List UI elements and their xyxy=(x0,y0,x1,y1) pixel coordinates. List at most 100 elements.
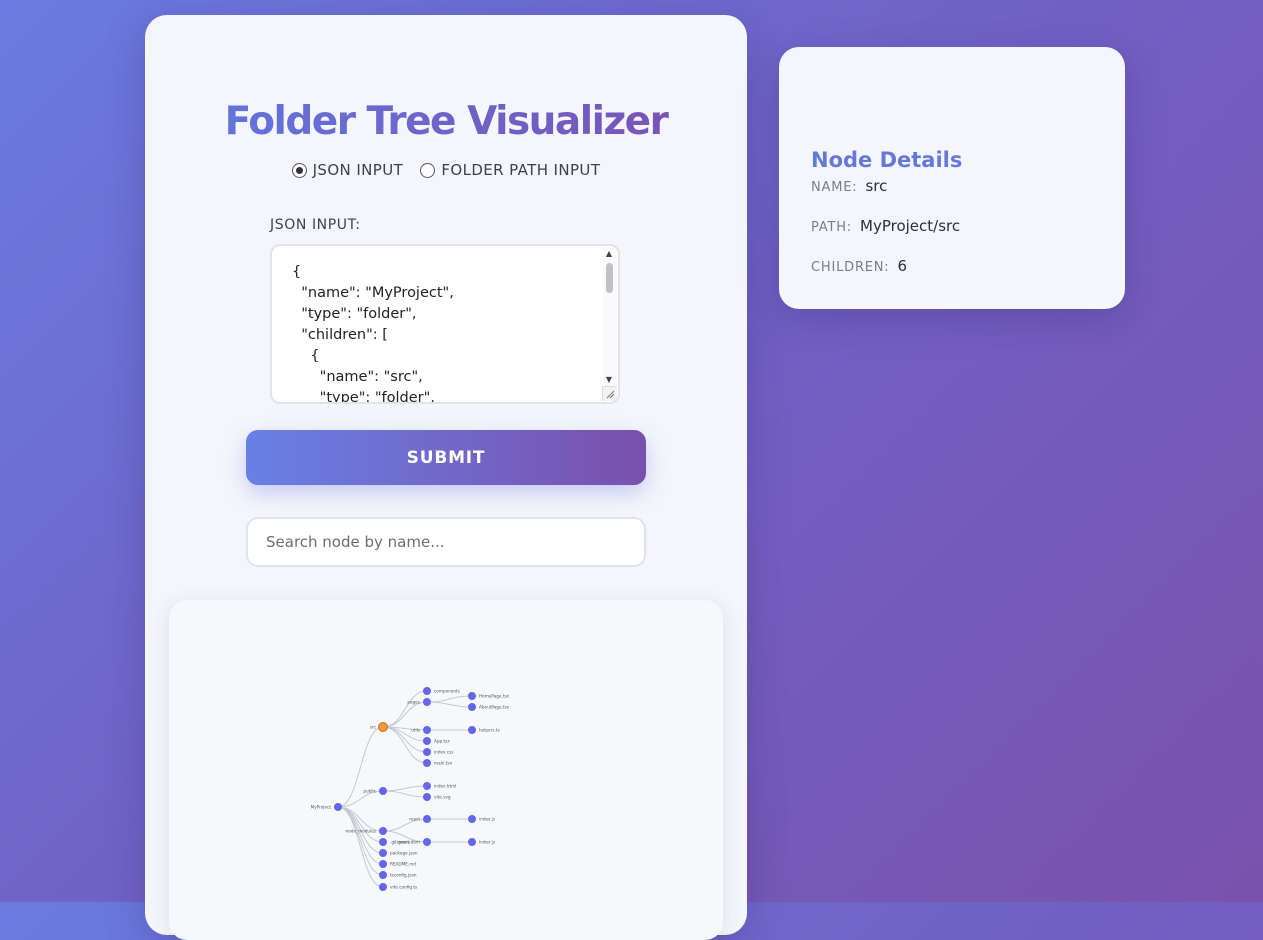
tree-node-dot[interactable] xyxy=(334,803,342,811)
tree-node-label: helpers.ts xyxy=(479,728,500,733)
tree-node-dot[interactable] xyxy=(379,860,387,868)
tree-node-indexhtml[interactable]: index.html xyxy=(423,782,456,790)
tree-node-dot[interactable] xyxy=(423,782,431,790)
tree-link xyxy=(426,695,473,703)
node-details-panel: Node Details NAME: src PATH: MyProject/src… xyxy=(779,47,1125,309)
tree-link xyxy=(382,726,428,764)
tree-node-reactdomindex[interactable]: index.js xyxy=(468,838,495,846)
tree-node-label: src xyxy=(370,725,377,730)
tree-node-label: AboutPage.tsx xyxy=(479,705,510,710)
tree-link xyxy=(382,690,428,728)
tree-node-src[interactable]: src xyxy=(370,722,388,732)
tree-node-dot[interactable] xyxy=(379,787,387,795)
radio-json-label: JSON INPUT xyxy=(312,161,404,179)
tree-node-dot[interactable] xyxy=(423,748,431,756)
json-textarea[interactable]: { "name": "MyProject", "type": "folder",… xyxy=(270,244,620,404)
tree-link xyxy=(337,726,384,808)
tree-node-dot[interactable] xyxy=(423,687,431,695)
tree-node-tsconfig[interactable]: tsconfig.json xyxy=(379,871,417,879)
detail-name-value: src xyxy=(865,177,888,195)
tree-node-dot[interactable] xyxy=(423,838,431,846)
main-panel: Folder Tree Visualizer JSON INPUT FOLDER… xyxy=(145,15,747,940)
json-textarea-content[interactable]: { "name": "MyProject", "type": "folder",… xyxy=(272,246,618,402)
tree-link xyxy=(382,818,428,832)
tree-node-homepage[interactable]: HomePage.tsx xyxy=(468,692,510,700)
tree-node-label: pages xyxy=(407,700,420,705)
tree-node-vitesvg[interactable]: vite.svg xyxy=(423,793,451,801)
tree-graph: MyProject src components pages HomePage.tsx A… xyxy=(311,687,510,891)
radio-folder-path-label: FOLDER PATH INPUT xyxy=(441,161,601,179)
search-input[interactable] xyxy=(246,517,646,567)
tree-node-label: App.tsx xyxy=(434,739,450,744)
tree-node-dot[interactable] xyxy=(423,815,431,823)
tree-node-dot[interactable] xyxy=(423,726,431,734)
radio-folder-path-input[interactable]: FOLDER PATH INPUT xyxy=(420,161,600,179)
tree-link xyxy=(382,790,428,798)
tree-node-packagejson[interactable]: package.json xyxy=(379,849,418,857)
radio-unchecked-icon[interactable] xyxy=(420,162,436,178)
tree-node-label: index.js xyxy=(479,817,495,822)
tree-node-reactdom[interactable]: react-dom xyxy=(398,838,431,846)
tree-node-label: README.md xyxy=(390,862,416,867)
tree-node-dot[interactable] xyxy=(468,692,476,700)
tree-node-label: react xyxy=(409,817,420,822)
node-details-title: Node Details xyxy=(811,148,963,172)
tree-node-dot[interactable] xyxy=(468,838,476,846)
detail-name-row: NAME: src xyxy=(811,177,887,195)
tree-node-dot[interactable] xyxy=(379,827,387,835)
tree-node-label: public xyxy=(363,789,376,794)
tree-node-label: vite.svg xyxy=(434,795,451,800)
tree-link xyxy=(382,785,428,792)
scrollbar[interactable]: ▲ ▼ xyxy=(603,247,617,387)
tree-link xyxy=(337,806,384,832)
detail-path-row: PATH: MyProject/src xyxy=(811,217,960,235)
tree-node-readme[interactable]: README.md xyxy=(379,860,416,868)
tree-node-app[interactable]: App.tsx xyxy=(423,737,450,745)
radio-json-input[interactable]: JSON INPUT xyxy=(291,161,404,179)
tree-node-root[interactable]: MyProject xyxy=(311,803,342,811)
tree-node-label: MyProject xyxy=(311,805,332,810)
tree-node-dot[interactable] xyxy=(379,849,387,857)
json-input-label: JSON INPUT: xyxy=(270,217,361,233)
tree-node-dot[interactable] xyxy=(379,883,387,891)
scroll-down-arrow-icon[interactable]: ▼ xyxy=(604,375,614,384)
scroll-up-arrow-icon[interactable]: ▲ xyxy=(604,249,614,258)
tree-node-label: package.json xyxy=(390,851,418,856)
radio-checked-icon[interactable] xyxy=(291,162,307,178)
tree-links xyxy=(337,690,473,888)
tree-node-dot[interactable] xyxy=(468,703,476,711)
page-title: Folder Tree Visualizer xyxy=(145,97,747,147)
tree-node-dot[interactable] xyxy=(379,838,387,846)
tree-node-indexcss[interactable]: index.css xyxy=(423,748,453,756)
tree-node-dot[interactable] xyxy=(423,698,431,706)
tree-node-helpers[interactable]: helpers.ts xyxy=(468,726,500,734)
tree-node-dot[interactable] xyxy=(423,759,431,767)
tree-node-dot[interactable] xyxy=(379,871,387,879)
tree-node-label: main.tsx xyxy=(434,761,453,766)
tree-node-dot[interactable] xyxy=(423,737,431,745)
tree-node-label: react-dom xyxy=(398,840,420,845)
submit-button[interactable]: SUBMIT xyxy=(246,430,646,485)
tree-node-label: utils xyxy=(411,728,420,733)
tree-node-dot[interactable] xyxy=(468,726,476,734)
tree-node-maintsx[interactable]: main.tsx xyxy=(423,759,453,767)
tree-node-label: vite.config.ts xyxy=(390,885,417,890)
detail-children-row: CHILDREN: 6 xyxy=(811,257,907,275)
detail-path-label: PATH: xyxy=(811,220,852,235)
tree-link xyxy=(426,701,473,708)
input-mode-selector: JSON INPUT FOLDER PATH INPUT xyxy=(145,161,747,182)
tree-node-pages[interactable]: pages xyxy=(407,698,431,706)
tree-node-label: node_modules xyxy=(346,829,376,834)
tree-node-aboutpage[interactable]: AboutPage.tsx xyxy=(468,703,510,711)
tree-link xyxy=(382,726,428,753)
tree-node-dot[interactable] xyxy=(423,793,431,801)
resize-handle-icon[interactable] xyxy=(602,386,617,401)
tree-node-reactindex[interactable]: index.js xyxy=(468,815,495,823)
tree-node-public[interactable]: public xyxy=(363,787,387,795)
tree-node-dot[interactable] xyxy=(378,722,388,732)
tree-node-nodemodules[interactable]: node_modules xyxy=(346,827,387,835)
tree-node-dot[interactable] xyxy=(468,815,476,823)
tree-node-viteconfig[interactable]: vite.config.ts xyxy=(379,883,417,891)
tree-node-components[interactable]: components xyxy=(423,687,460,695)
scroll-thumb[interactable] xyxy=(606,263,613,293)
